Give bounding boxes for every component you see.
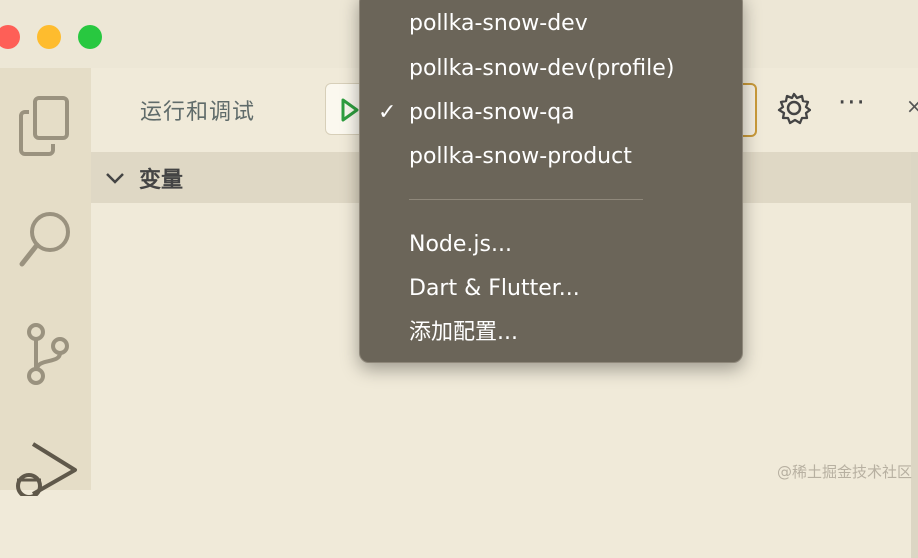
activity-bar — [0, 68, 91, 496]
debug-config-menu: pollka-snow-dev pollka-snow-dev(profile)… — [359, 0, 743, 363]
menu-item-config[interactable]: pollka-snow-dev(profile) — [360, 49, 742, 89]
close-window-button[interactable] — [0, 25, 20, 49]
section-label: 变量 — [139, 167, 184, 193]
scrollbar-track[interactable] — [911, 152, 918, 558]
menu-item-label: Dart & Flutter... — [409, 276, 580, 301]
menu-item-label: pollka-snow-dev — [409, 11, 588, 36]
menu-item-label: Node.js... — [409, 232, 512, 257]
menu-item-action[interactable]: Node.js... — [360, 225, 742, 265]
maximize-window-button[interactable] — [78, 25, 102, 49]
panel-title: 运行和调试 — [140, 100, 256, 125]
more-icon[interactable]: ··· — [838, 88, 866, 118]
gear-icon[interactable] — [777, 91, 812, 129]
source-control-icon[interactable] — [0, 322, 91, 386]
chevron-down-icon — [106, 172, 124, 184]
close-icon[interactable]: × — [906, 94, 918, 118]
menu-item-label: pollka-snow-dev(profile) — [409, 56, 675, 81]
menu-item-label: pollka-snow-product — [409, 144, 632, 169]
menu-item-action[interactable]: 添加配置... — [360, 313, 742, 353]
checkmark-icon: ✓ — [378, 100, 397, 125]
menu-separator — [409, 199, 643, 200]
watermark: @稀土掘金技术社区 — [776, 463, 912, 481]
menu-item-label: pollka-snow-qa — [409, 100, 575, 125]
minimize-window-button[interactable] — [37, 25, 61, 49]
menu-item-label: 添加配置... — [409, 320, 518, 345]
search-icon[interactable] — [0, 208, 91, 270]
play-icon — [341, 98, 359, 122]
run-debug-icon[interactable] — [0, 436, 91, 496]
menu-item-config-selected[interactable]: ✓ pollka-snow-qa — [360, 93, 742, 133]
menu-item-config[interactable]: pollka-snow-dev — [360, 4, 742, 44]
explorer-icon[interactable] — [0, 96, 91, 156]
menu-item-action[interactable]: Dart & Flutter... — [360, 269, 742, 309]
menu-item-config[interactable]: pollka-snow-product — [360, 137, 742, 177]
